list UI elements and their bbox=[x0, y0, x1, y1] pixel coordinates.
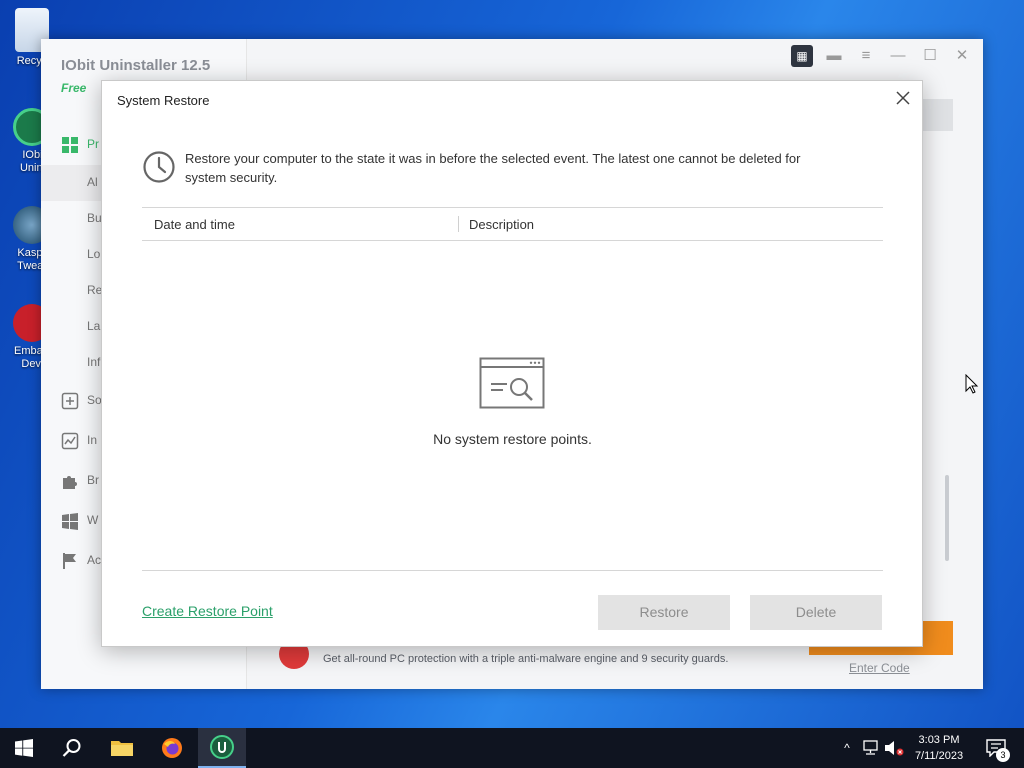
network-icon[interactable] bbox=[862, 740, 880, 756]
iobit-uninstaller-icon bbox=[210, 735, 234, 759]
dialog-title: System Restore bbox=[117, 93, 210, 108]
close-icon[interactable]: ✕ bbox=[951, 45, 973, 67]
dialog-close-button[interactable] bbox=[892, 87, 914, 109]
grid-icon bbox=[62, 137, 78, 153]
sidebar-item-label: Pr bbox=[87, 137, 99, 151]
clock-time: 3:03 PM bbox=[918, 734, 960, 746]
app-edition: Free bbox=[61, 81, 87, 95]
sidebar-item-label: W bbox=[87, 513, 99, 527]
maximize-icon[interactable]: ☐ bbox=[919, 45, 941, 67]
restore-points-table-header: Date and time Description bbox=[142, 207, 883, 241]
restore-description-line2: system security. bbox=[185, 170, 278, 185]
search-icon bbox=[62, 739, 81, 757]
column-divider[interactable] bbox=[458, 216, 459, 232]
taskbar-clock[interactable]: 3:03 PM 7/11/2023 bbox=[904, 732, 974, 764]
clock-date: 7/11/2023 bbox=[914, 750, 964, 762]
briefcase-icon[interactable]: ▬ bbox=[823, 45, 845, 67]
enter-code-link[interactable]: Enter Code bbox=[849, 661, 910, 675]
start-button[interactable] bbox=[0, 728, 48, 768]
search-button[interactable] bbox=[48, 728, 96, 768]
sidebar-item-label: Ac bbox=[87, 553, 102, 567]
delete-button[interactable]: Delete bbox=[750, 595, 882, 630]
iobit-taskbar-button[interactable] bbox=[198, 728, 246, 768]
sidebar-item-label: Al bbox=[87, 175, 98, 189]
close-icon bbox=[896, 91, 910, 105]
create-restore-point-link[interactable]: Create Restore Point bbox=[142, 603, 273, 619]
restore-button[interactable]: Restore bbox=[598, 595, 730, 630]
restore-description-line1: Restore your computer to the state it wa… bbox=[185, 151, 801, 166]
mouse-cursor-icon bbox=[965, 374, 979, 394]
empty-search-icon bbox=[479, 357, 545, 409]
folder-icon bbox=[111, 741, 133, 756]
chevron-up-icon[interactable]: ^ bbox=[838, 741, 856, 755]
puzzle-icon bbox=[63, 476, 77, 489]
notification-count-badge: 3 bbox=[996, 748, 1010, 762]
clock-icon bbox=[143, 151, 175, 183]
column-header-date[interactable]: Date and time bbox=[154, 217, 235, 232]
notification-center-button[interactable]: 3 bbox=[976, 728, 1016, 768]
plus-box-icon bbox=[61, 392, 79, 410]
volume-muted-icon[interactable] bbox=[884, 740, 904, 756]
file-explorer-button[interactable] bbox=[98, 728, 146, 768]
toolbox-icon[interactable]: ▦ bbox=[791, 45, 813, 67]
windows-start-icon bbox=[15, 739, 33, 757]
sidebar-item-label: Br bbox=[87, 473, 99, 487]
sidebar-item-label: La bbox=[87, 319, 101, 333]
flag-icon bbox=[63, 553, 76, 569]
restore-description: Restore your computer to the state it wa… bbox=[185, 149, 875, 187]
sidebar-item-label: Inf bbox=[87, 355, 101, 369]
taskbar: ^ 3:03 PM 7/11/2023 3 bbox=[0, 728, 1024, 768]
firefox-icon bbox=[162, 738, 182, 758]
windows-icon bbox=[62, 513, 78, 530]
sidebar-item-label: In bbox=[87, 433, 98, 447]
system-restore-dialog: System Restore Restore your computer to … bbox=[101, 80, 923, 647]
column-header-description[interactable]: Description bbox=[469, 217, 534, 232]
system-tray: ^ bbox=[838, 728, 904, 768]
app-scrollbar[interactable] bbox=[945, 475, 949, 561]
sidebar-item-label: So bbox=[87, 393, 102, 407]
minimize-icon[interactable]: — bbox=[887, 45, 909, 67]
firefox-button[interactable] bbox=[148, 728, 196, 768]
sidebar-item-label: Lo bbox=[87, 247, 101, 261]
app-title: IObit Uninstaller 12.5 bbox=[61, 57, 211, 74]
chart-icon bbox=[61, 432, 79, 450]
menu-icon[interactable]: ≡ bbox=[855, 45, 877, 67]
sidebar-item-label: Bu bbox=[87, 211, 102, 225]
footer-divider bbox=[142, 570, 883, 571]
promo-text: Get all-round PC protection with a tripl… bbox=[323, 653, 729, 665]
empty-state-message: No system restore points. bbox=[433, 431, 592, 447]
window-controls: ▦ ▬ ≡ — ☐ ✕ bbox=[791, 45, 973, 67]
